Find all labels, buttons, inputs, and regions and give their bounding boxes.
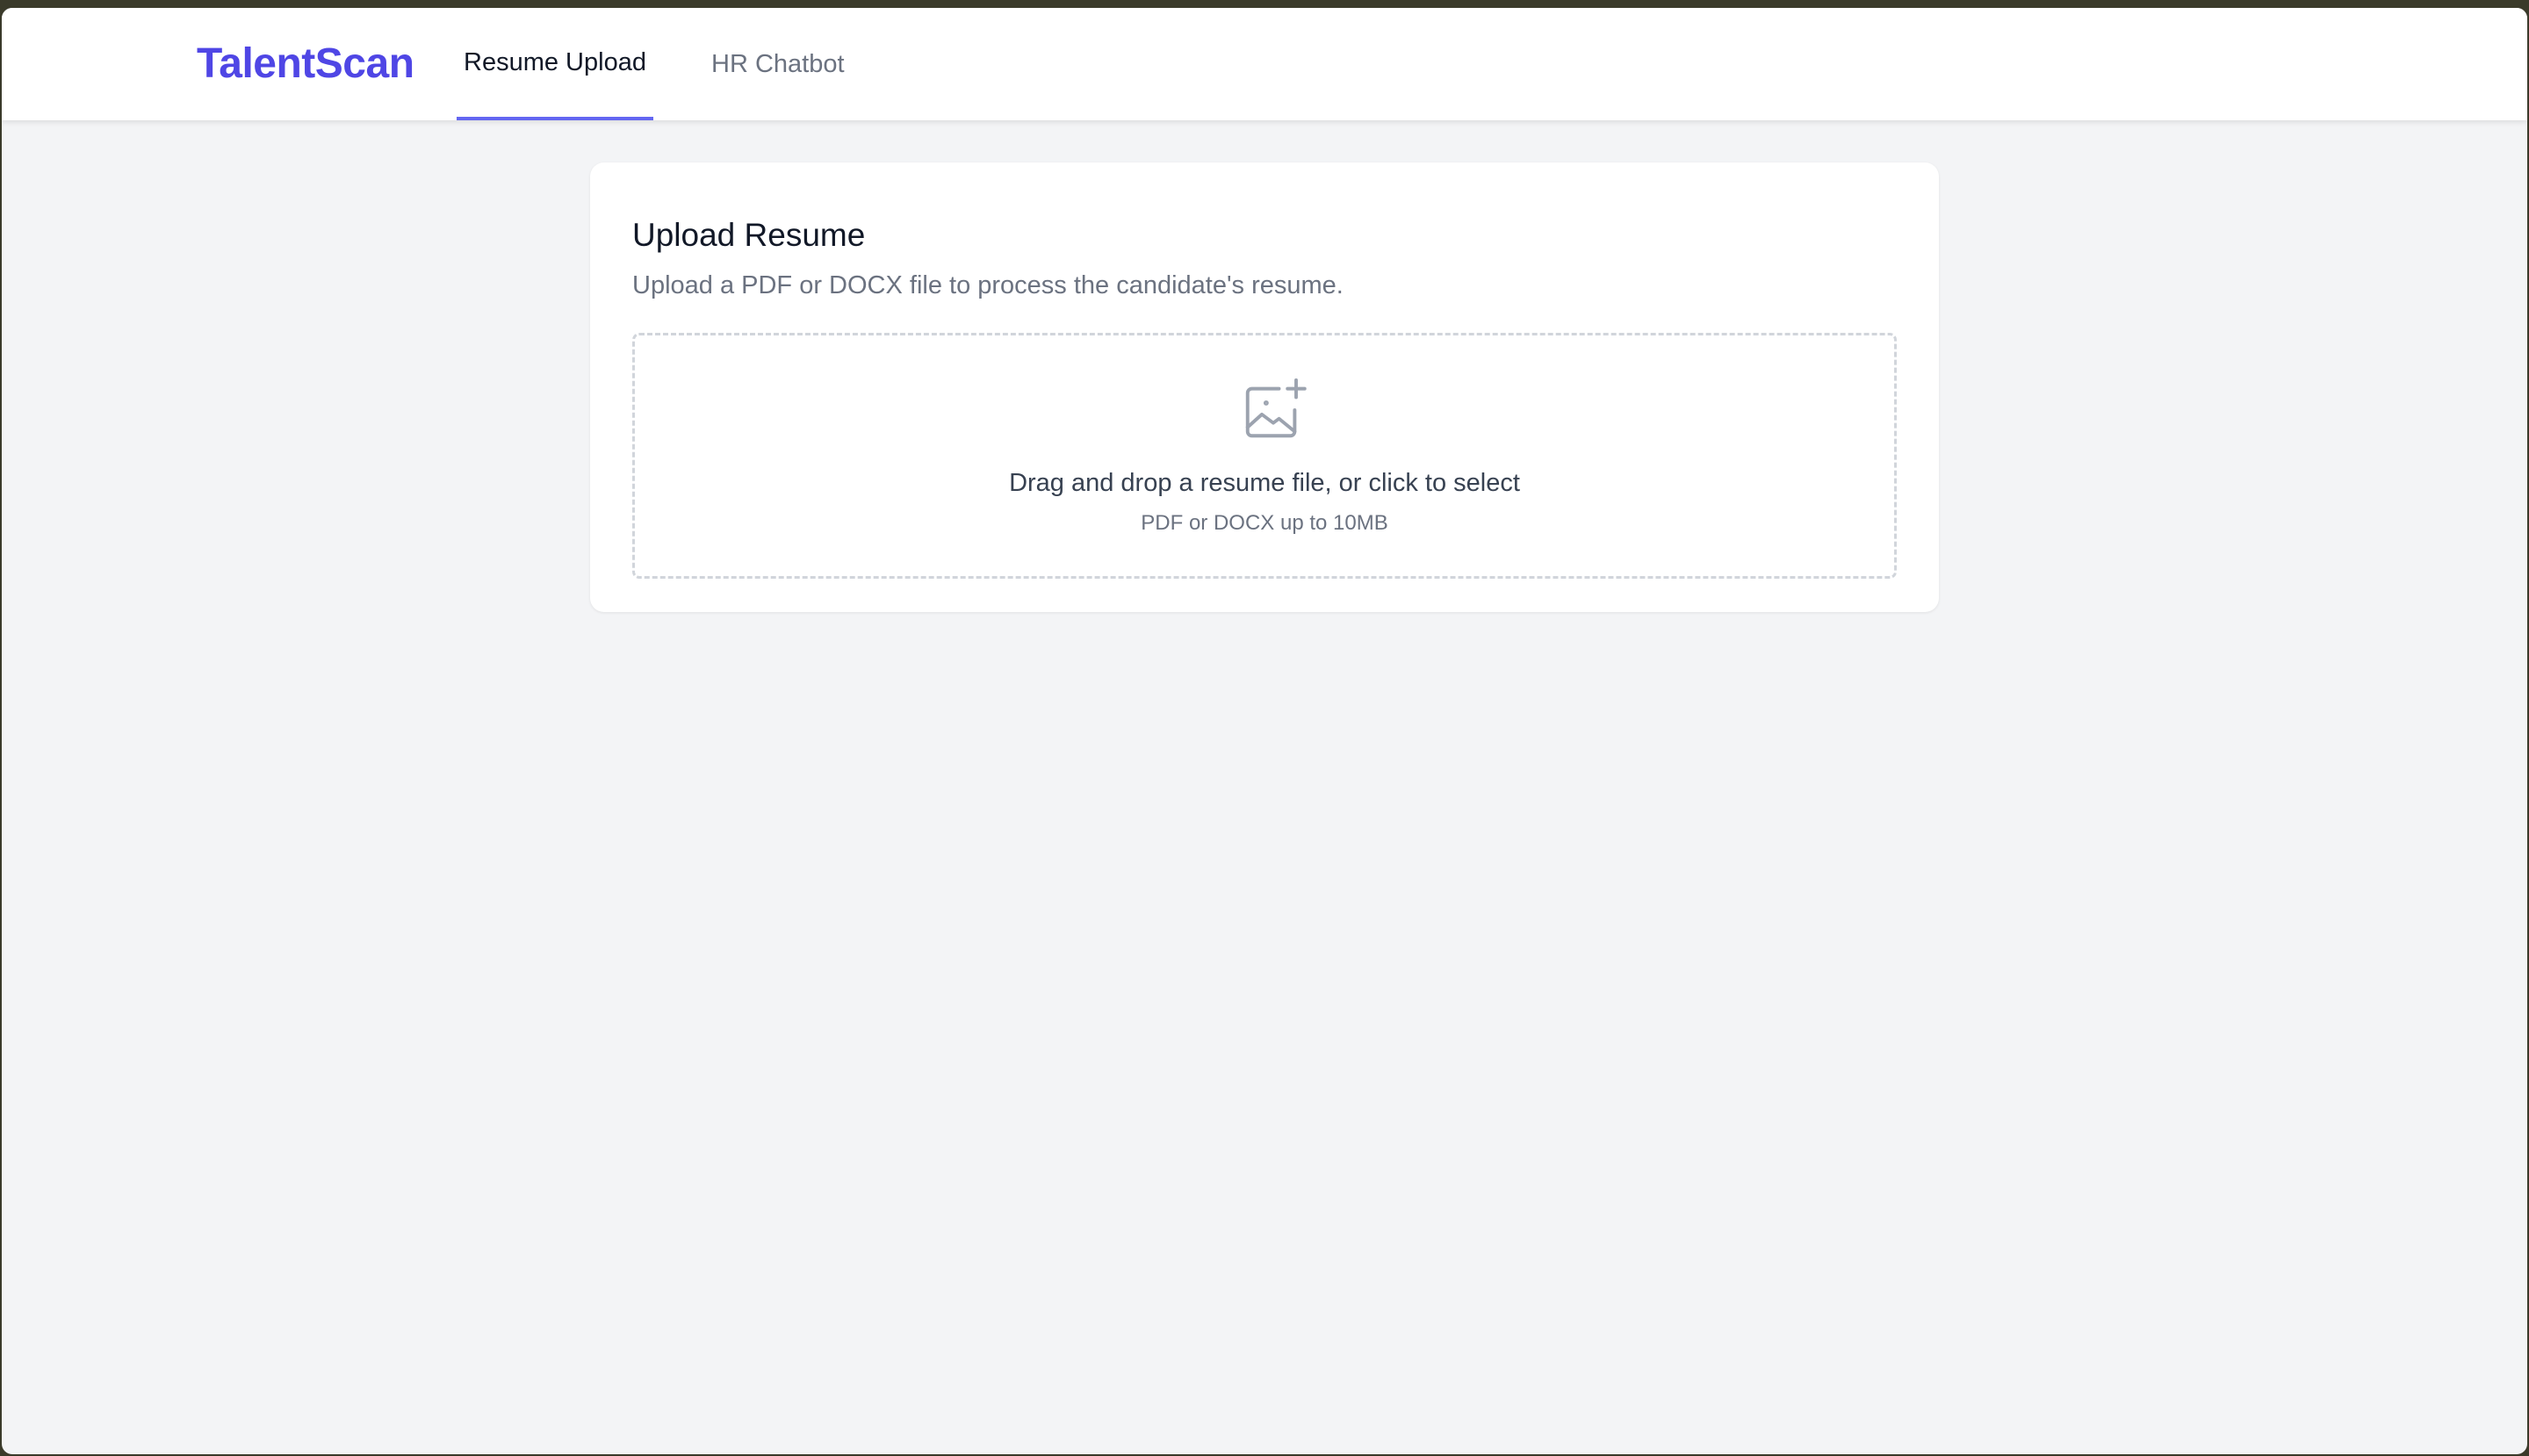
dropzone-hint-text: PDF or DOCX up to 10MB bbox=[1141, 511, 1388, 535]
image-add-icon bbox=[1245, 378, 1307, 438]
top-navbar: TalentScan Resume Upload HR Chatbot bbox=[2, 8, 2527, 120]
tab-label: Resume Upload bbox=[464, 47, 646, 76]
brand-logo[interactable]: TalentScan bbox=[197, 40, 414, 88]
upload-resume-card: Upload Resume Upload a PDF or DOCX file … bbox=[590, 162, 1939, 612]
app-window: TalentScan Resume Upload HR Chatbot Uplo… bbox=[2, 8, 2527, 1454]
tab-resume-upload[interactable]: Resume Upload bbox=[457, 8, 653, 120]
tab-label: HR Chatbot bbox=[711, 49, 845, 78]
file-dropzone[interactable]: Drag and drop a resume file, or click to… bbox=[632, 333, 1897, 579]
card-title: Upload Resume bbox=[632, 217, 866, 253]
tab-hr-chatbot[interactable]: HR Chatbot bbox=[711, 8, 845, 120]
card-description: Upload a PDF or DOCX file to process the… bbox=[632, 271, 1344, 299]
dropzone-primary-text: Drag and drop a resume file, or click to… bbox=[1009, 469, 1520, 497]
